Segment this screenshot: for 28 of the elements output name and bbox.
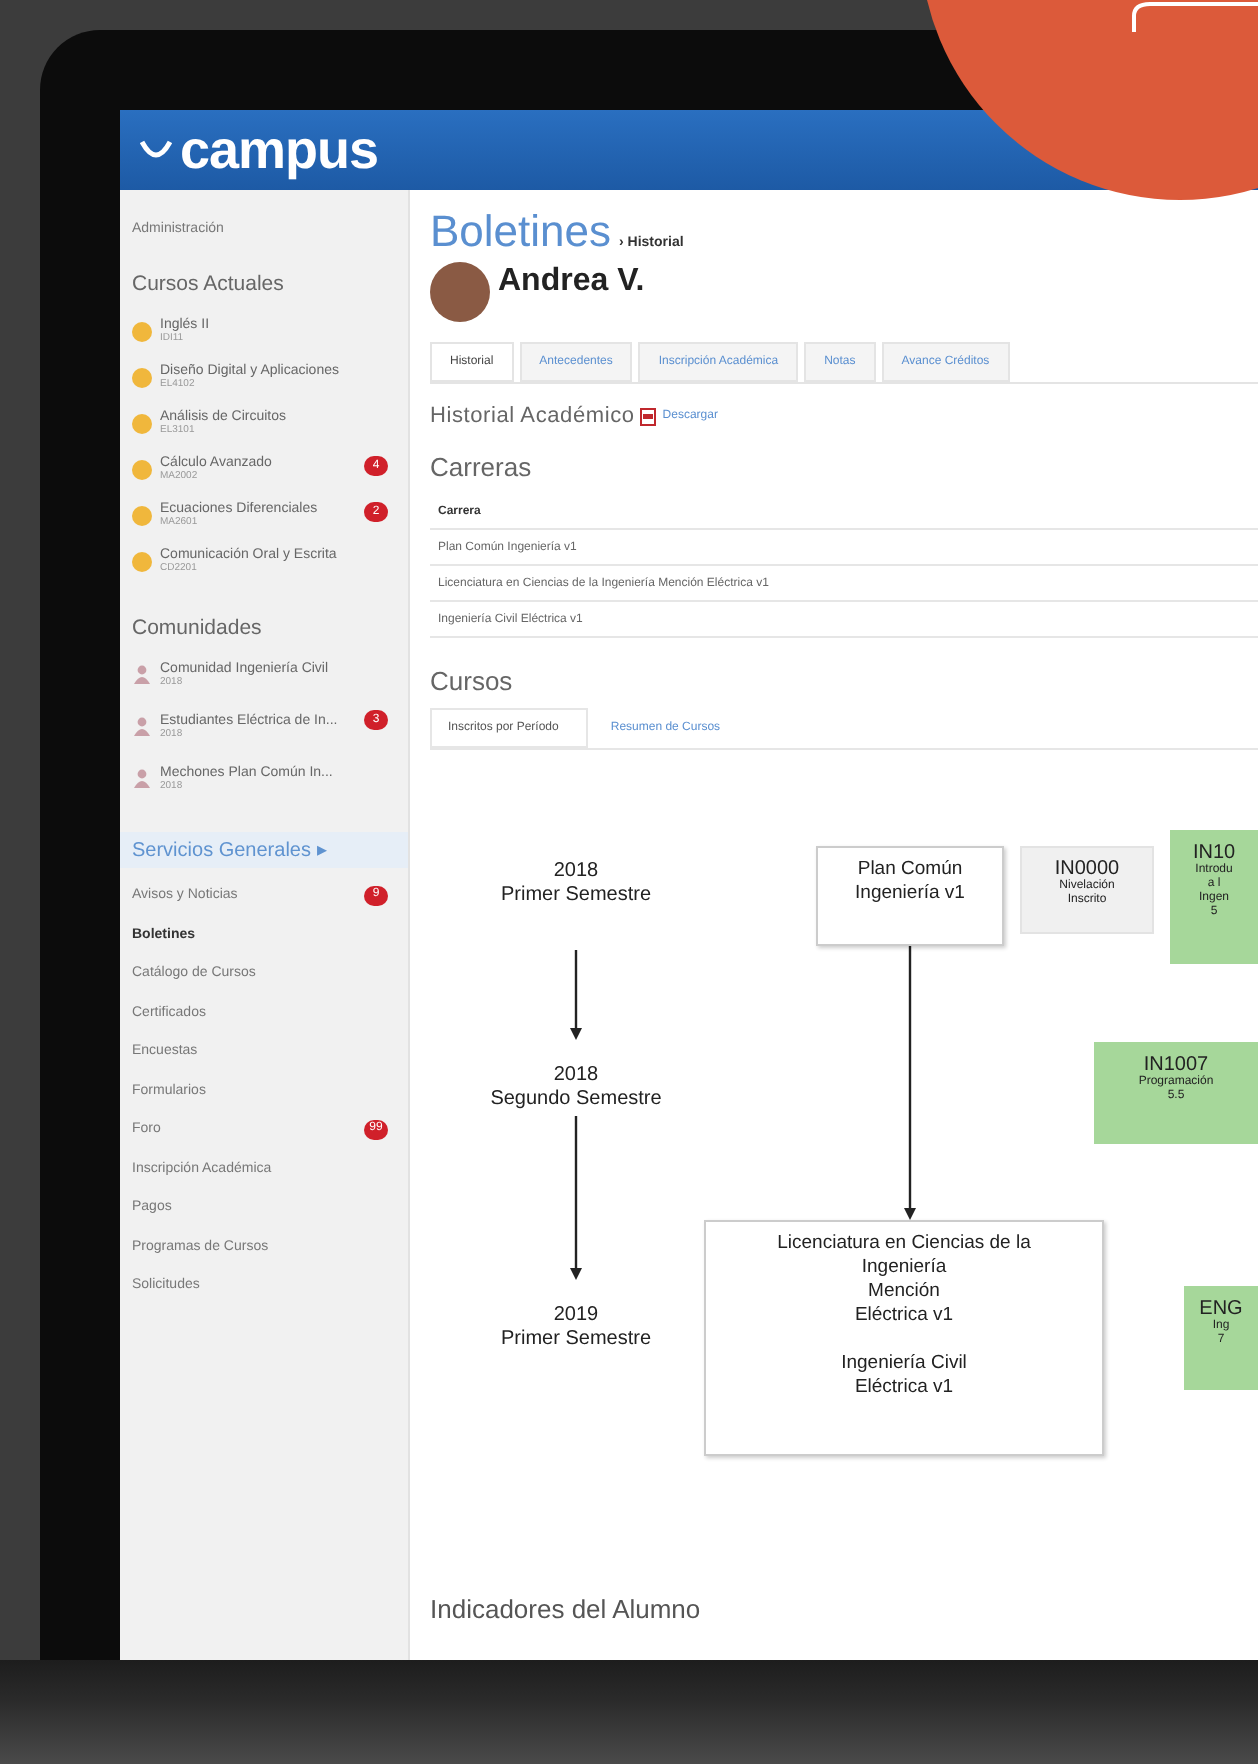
course-icon bbox=[132, 367, 152, 387]
plan-node: Plan Común Ingeniería v1 bbox=[816, 846, 1004, 946]
plan-node: Licenciatura en Ciencias de la Ingeniería Mención Eléctrica v1 Ingeniería Civil Eléctrica v1 bbox=[704, 1220, 1104, 1456]
semester-label: 2018 Segundo Semestre bbox=[488, 1064, 664, 1112]
course-icon bbox=[132, 505, 152, 525]
logo-text: campus bbox=[180, 119, 379, 181]
course-icon bbox=[132, 413, 152, 433]
down-arrow bbox=[568, 950, 584, 1040]
people-icon bbox=[132, 664, 152, 684]
section-title: Indicadores del Alumno bbox=[430, 1594, 703, 1624]
section-title: Carreras bbox=[430, 452, 534, 482]
student-name: Andrea V. bbox=[498, 264, 645, 300]
course-icon bbox=[132, 551, 152, 571]
section-title: Historial Académico bbox=[430, 404, 635, 428]
page-title: Boletines bbox=[430, 206, 612, 258]
people-icon bbox=[132, 768, 152, 788]
avatar bbox=[430, 262, 490, 322]
section-title: Cursos bbox=[430, 666, 515, 696]
logo-icon bbox=[140, 140, 172, 160]
course-icon bbox=[132, 459, 152, 479]
section-heading: Cursos Actuales bbox=[132, 272, 286, 296]
semester-label: 2019 Primer Semestre bbox=[498, 1304, 653, 1352]
services-heading[interactable]: Servicios Generales ▸ bbox=[120, 832, 408, 868]
pdf-icon bbox=[640, 407, 657, 425]
course-icon bbox=[132, 321, 152, 341]
semester-label: 2018 Primer Semestre bbox=[498, 860, 653, 908]
people-icon bbox=[132, 716, 152, 736]
section-heading: Comunidades bbox=[132, 616, 264, 640]
